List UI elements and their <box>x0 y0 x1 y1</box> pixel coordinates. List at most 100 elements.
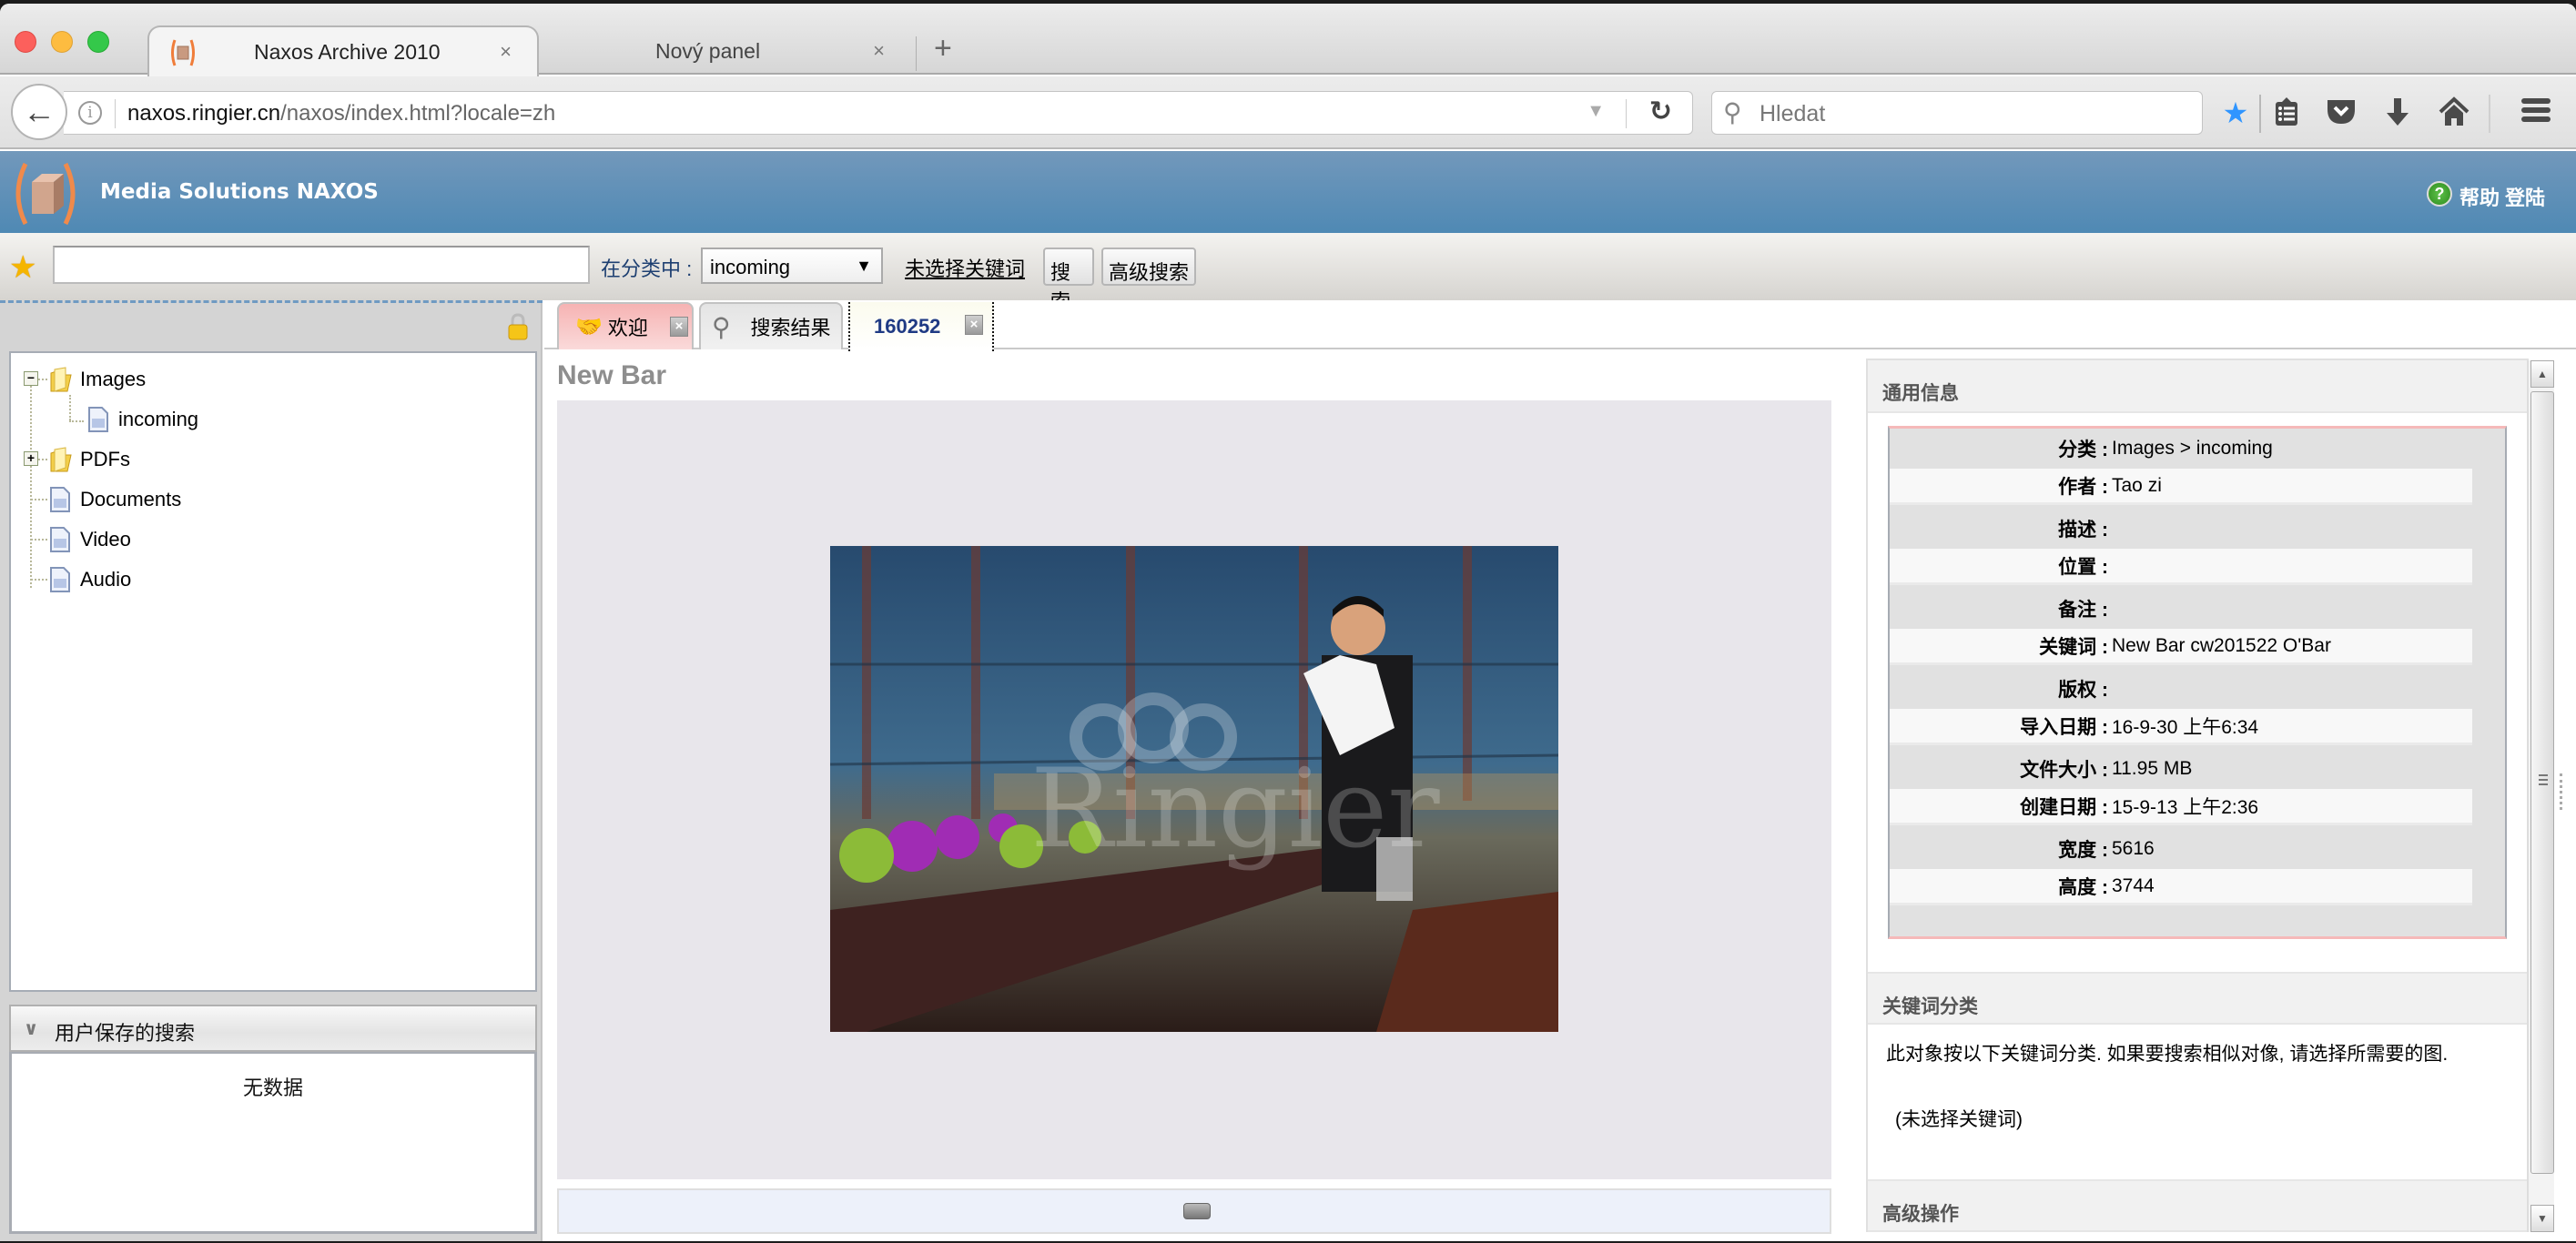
tree-item-label: incoming <box>118 408 199 430</box>
url-text[interactable]: naxos.ringier.cn/naxos/index.html?locale… <box>127 101 555 126</box>
keyword-classification-description: 此对象按以下关键词分类. 如果要搜索相似对像, 请选择所需要的图. <box>1886 1044 2449 1065</box>
search-button[interactable]: 搜索 <box>1043 248 1094 313</box>
tree-item-audio[interactable]: Audio <box>49 564 131 595</box>
info-value: Images > incoming <box>2112 438 2273 459</box>
browser-tab-title: Naxos Archive 2010 <box>254 39 441 64</box>
info-key: 文件大小 : <box>2020 760 2108 781</box>
info-row-notes: 备注 : <box>1890 591 2472 627</box>
info-row-created-date: 创建日期 :15-9-13 上午2:36 <box>1890 789 2472 825</box>
info-row-height: 高度 :3744 <box>1890 869 2472 905</box>
saved-searches-header[interactable]: ∨ 用户保存的搜索 <box>9 1005 537 1052</box>
info-row-location: 位置 : <box>1890 549 2472 585</box>
help-icon[interactable]: ? <box>2427 181 2452 207</box>
tab-welcome[interactable]: 🤝 欢迎 × <box>557 302 694 349</box>
info-key: 关键词 : <box>2039 636 2108 658</box>
search-toolbar: ★ 在分类中 : incoming ▼ 未选择关键词 搜索 高级搜索 <box>0 233 2576 313</box>
asset-title: New Bar <box>557 360 667 390</box>
category-select[interactable]: incoming ▼ <box>701 248 883 284</box>
keyword-search-input[interactable] <box>53 246 590 284</box>
minimize-window-button[interactable] <box>51 31 73 53</box>
grip-icon <box>2539 774 2548 785</box>
keyword-classification-header[interactable]: 关键词分类 <box>1868 972 2527 1025</box>
no-keyword-selected-link[interactable]: 未选择关键词 <box>905 253 1025 282</box>
info-value: 16-9-30 上午6:34 <box>2112 716 2259 738</box>
url-history-dropdown-icon[interactable]: ▼ <box>1587 101 1605 122</box>
collapse-toggle-icon[interactable]: − <box>24 371 38 386</box>
url-bar[interactable]: i naxos.ringier.cn/naxos/index.html?loca… <box>64 91 1693 135</box>
info-key: 描述 : <box>2058 520 2108 541</box>
download-icon[interactable] <box>2378 96 2418 134</box>
zoom-window-button[interactable] <box>87 31 109 53</box>
reload-icon[interactable]: ↻ <box>1649 96 1672 127</box>
favorites-star-icon[interactable]: ★ <box>9 249 36 286</box>
tab-search-results[interactable]: ⚲ 搜索结果 <box>699 302 843 349</box>
tree-item-documents[interactable]: Documents <box>49 484 181 515</box>
panel-resize-handle[interactable] <box>2560 773 2563 810</box>
site-info-icon[interactable]: i <box>78 101 102 125</box>
browser-tab-new[interactable]: Nový panel × <box>555 25 910 76</box>
tree-item-label: Video <box>80 528 131 551</box>
divider <box>115 99 116 128</box>
fit-to-screen-icon[interactable] <box>1183 1203 1211 1219</box>
info-value: Tao zi <box>2112 474 2162 496</box>
login-link[interactable]: 登陆 <box>2505 182 2545 211</box>
image-viewer: Ringier <box>557 400 1831 1179</box>
info-row-copyright: 版权 : <box>1890 671 2472 707</box>
info-panel-scrollbar[interactable]: ▲ ▼ <box>2527 360 2554 1232</box>
chevron-down-icon[interactable]: ∨ <box>24 1017 38 1040</box>
browser-tab-naxos[interactable]: Naxos Archive 2010 × <box>147 25 539 76</box>
pocket-icon[interactable] <box>2321 96 2361 132</box>
navigation-bar: i naxos.ringier.cn/naxos/index.html?loca… <box>0 76 2576 149</box>
scroll-up-arrow-icon[interactable]: ▲ <box>2530 360 2554 388</box>
lock-icon[interactable] <box>508 313 528 340</box>
app-title: Media Solutions NAXOS <box>100 180 379 204</box>
empty-state-text: 无数据 <box>242 1076 303 1099</box>
menu-icon[interactable] <box>2516 96 2556 130</box>
tree-item-label: PDFs <box>80 448 130 470</box>
info-value: 11.95 MB <box>2112 758 2193 779</box>
home-icon[interactable] <box>2434 96 2474 134</box>
general-info-header[interactable]: 通用信息 <box>1868 360 2527 413</box>
asset-preview-image[interactable]: Ringier <box>830 546 1558 1032</box>
saved-searches-title: 用户保存的搜索 <box>55 1022 196 1045</box>
expand-toggle-icon[interactable]: + <box>24 451 38 466</box>
back-button[interactable]: ← <box>11 84 67 140</box>
tree-item-incoming[interactable]: incoming <box>87 404 198 435</box>
naxos-logo-icon <box>15 162 76 226</box>
watermark-text: Ringier <box>1030 746 1440 873</box>
folder-icon <box>50 367 72 392</box>
close-tab-icon[interactable]: × <box>873 39 885 63</box>
tree-item-video[interactable]: Video <box>49 524 131 555</box>
advanced-search-button[interactable]: 高级搜索 <box>1101 248 1196 286</box>
close-window-button[interactable] <box>15 31 36 53</box>
info-key: 备注 : <box>2058 600 2108 621</box>
info-key: 高度 : <box>2058 876 2108 898</box>
close-tab-icon[interactable]: × <box>670 317 688 337</box>
saved-searches-list: 无数据 <box>9 1052 537 1234</box>
tab-label: 160252 <box>874 315 941 338</box>
panel-splitter[interactable] <box>0 300 543 303</box>
document-icon <box>50 527 70 552</box>
scroll-down-arrow-icon[interactable]: ▼ <box>2530 1205 2554 1232</box>
info-row-file-size: 文件大小 :11.95 MB <box>1890 751 2472 787</box>
close-tab-icon[interactable]: × <box>500 40 512 64</box>
info-row-author: 作者 : Tao zi <box>1890 469 2472 505</box>
bookmark-star-icon[interactable]: ★ <box>2216 96 2256 129</box>
close-tab-icon[interactable]: × <box>965 315 983 335</box>
info-key: 分类 : <box>2058 440 2108 460</box>
general-info-table: 分类 : Images > incoming 作者 : Tao zi 描述 : 位置… <box>1888 426 2507 939</box>
tree-connector <box>31 539 47 541</box>
scrollbar-thumb[interactable] <box>2530 391 2554 1174</box>
url-path: /naxos/index.html?locale=zh <box>280 101 556 126</box>
advanced-operations-header[interactable]: 高级操作 <box>1868 1179 2527 1232</box>
tab-asset-160252[interactable]: 160252 × <box>848 302 994 351</box>
tree-connector <box>69 395 71 420</box>
tab-separator <box>916 36 917 71</box>
help-link[interactable]: 帮助 <box>2459 182 2500 211</box>
reading-list-icon[interactable] <box>2267 96 2307 134</box>
info-value: 5616 <box>2112 838 2155 859</box>
tree-item-pdfs[interactable]: PDFs <box>47 444 130 475</box>
browser-search-input[interactable]: ⚲ Hledat <box>1711 91 2203 135</box>
new-tab-button[interactable]: + <box>934 33 952 64</box>
tree-item-images[interactable]: Images <box>47 364 146 395</box>
